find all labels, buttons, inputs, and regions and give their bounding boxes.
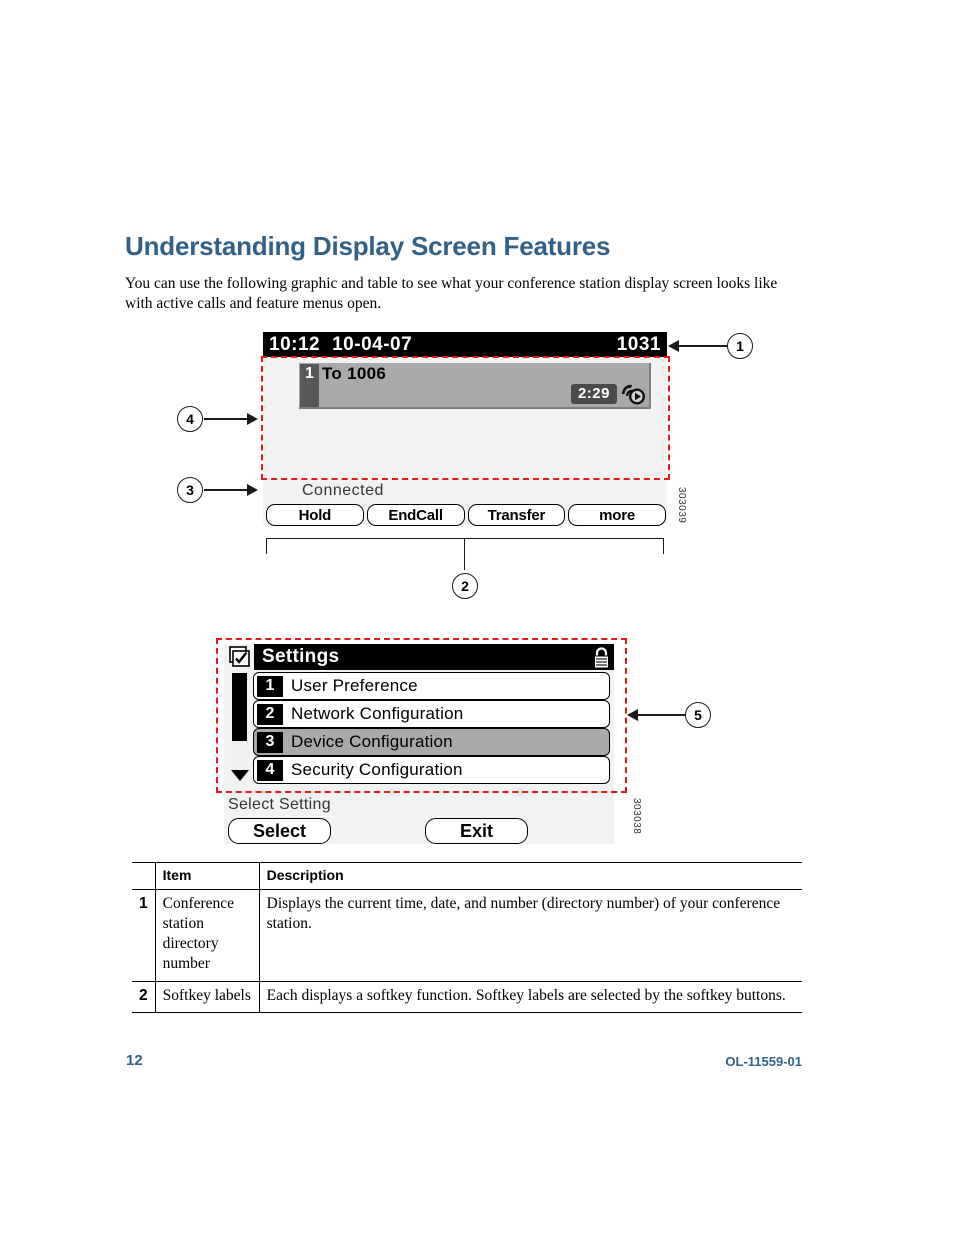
footer-doc-id: OL-11559-01 [725,1054,802,1069]
menu-item-label: Security Configuration [291,760,463,779]
items-table: Item Description 1 Conference station di… [132,862,802,1013]
menu-item-number: 2 [257,703,283,725]
settings-menu-list: 1 User Preference 2 Network Configuratio… [253,672,610,784]
callout-1-leader [679,345,728,347]
callout-1-arrow [668,340,679,352]
table-row: 1 Conference station directory number Di… [132,889,802,982]
softkey-exit[interactable]: Exit [425,818,528,844]
softkey-labels-call: Hold EndCall Transfer more [266,504,666,526]
callout-4-leader [204,418,248,420]
menu-item-number: 1 [257,675,283,697]
softkey-select[interactable]: Select [228,818,331,844]
menu-item-security-configuration[interactable]: 4 Security Configuration [253,756,610,784]
display-header-bar: 10:12 10-04-07 1031 [263,332,667,357]
phone-display-settings: Settings 1 User Preference 2 Network Con… [224,644,614,844]
row-description: Each displays a softkey function. Softke… [259,981,802,1013]
table-header-item: Item [154,862,260,890]
phone-display-call: 10:12 10-04-07 1031 1 To 1006 2:29 [263,332,667,482]
menu-item-label: User Preference [291,676,418,695]
callout-3-arrow [247,484,258,496]
row-description: Displays the current time, date, and num… [259,889,802,982]
softkey-transfer[interactable]: Transfer [467,504,566,526]
footer-page-number: 12 [126,1052,143,1069]
row-number: 1 [132,889,156,982]
call-status-line: Connected [302,482,384,499]
settings-prompt: Select Setting [228,796,331,813]
settings-scrollbar[interactable] [231,673,248,779]
header-directory-number: 1031 [616,333,661,355]
figure-call-screen: 10:12 10-04-07 1031 1 To 1006 2:29 Conne… [0,0,954,620]
callout-4: 4 [177,406,203,432]
header-date: 10-04-07 [332,333,413,355]
padlock-icon [594,647,609,669]
callout-3-leader [204,489,248,491]
scroll-down-arrow-icon[interactable] [231,770,249,781]
call-party-label: To 1006 [322,364,387,383]
callout-4-arrow [247,413,258,425]
table-header-row: Item Description [132,862,802,890]
row-item: Softkey labels [154,981,260,1013]
table-header-description: Description [259,862,802,890]
call-duration: 2:29 [570,384,617,404]
menu-item-number: 4 [257,759,283,781]
menu-item-number: 3 [257,731,283,753]
settings-scrollbar-thumb[interactable] [232,673,247,741]
softkey-endcall[interactable]: EndCall [366,504,465,526]
call-activity-row[interactable]: 1 To 1006 2:29 [299,363,651,409]
callout-3: 3 [177,477,203,503]
callout-2: 2 [452,573,478,599]
connected-call-icon [622,384,645,405]
document-page: Understanding Display Screen Features Yo… [0,0,954,1235]
header-time: 10:12 [269,333,321,355]
callout-5-leader [638,714,686,716]
settings-title-bar: Settings [254,644,614,670]
softkey-bracket-stem [464,538,466,570]
table-header-number [132,862,156,890]
table-row: 2 Softkey labels Each displays a softkey… [132,981,802,1013]
figure-id-settings: 303038 [631,798,642,835]
menu-item-label: Device Configuration [291,732,453,751]
menu-item-user-preference[interactable]: 1 User Preference [253,672,610,700]
figure-id-call: 303039 [676,487,687,524]
softkey-hold[interactable]: Hold [266,504,364,526]
softkey-more[interactable]: more [568,504,666,526]
row-number: 2 [132,981,156,1013]
callout-5-arrow [627,709,638,721]
callout-5: 5 [685,702,711,728]
callout-1: 1 [727,333,753,359]
settings-checkbox-icon [229,646,250,667]
line-number-badge: 1 [300,364,319,407]
menu-item-label: Network Configuration [291,704,464,723]
row-item: Conference station directory number [154,889,260,982]
menu-item-network-configuration[interactable]: 2 Network Configuration [253,700,610,728]
settings-title-label: Settings [262,646,340,667]
menu-item-device-configuration[interactable]: 3 Device Configuration [253,728,610,756]
